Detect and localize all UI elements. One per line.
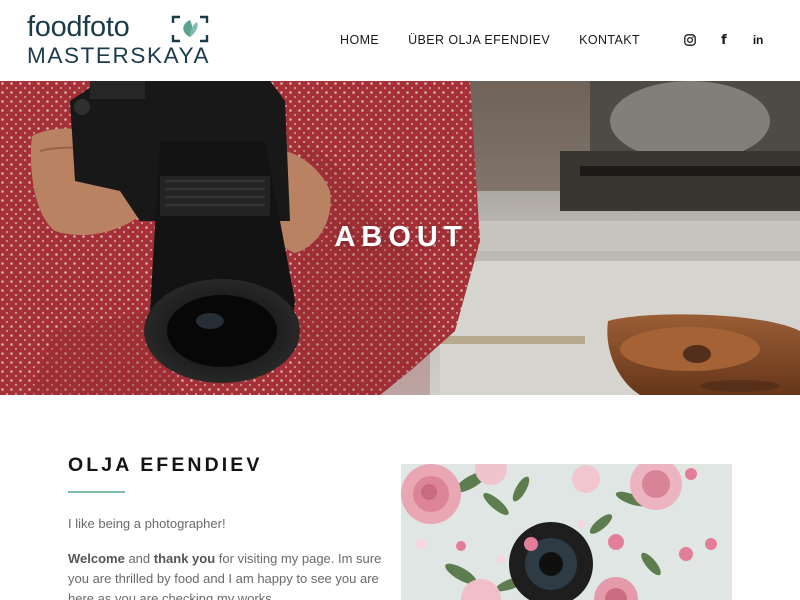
site-logo[interactable]: foodfoto MASTERSKAYA	[27, 11, 217, 69]
hero-banner: ABOUT	[0, 81, 800, 395]
instagram-icon[interactable]	[682, 32, 698, 48]
nav-link-contact[interactable]: KONTAKT	[579, 30, 640, 50]
logo-wordmark-top: foodfoto	[27, 11, 130, 43]
main-navigation: HOME ÜBER OLJA EFENDIEV KONTAKT f in	[340, 29, 766, 51]
floral-camera-image	[401, 464, 732, 600]
linkedin-icon[interactable]: in	[750, 32, 766, 48]
site-header: foodfoto MASTERSKAYA HOME ÜBER OLJA EFEN…	[0, 0, 800, 81]
facebook-icon[interactable]: f	[716, 32, 732, 48]
camera-frame-leaf-icon	[171, 15, 209, 43]
about-section: OLJA EFENDIEV I like being a photographe…	[0, 395, 800, 600]
bio-paragraph: Welcome and thank you for visiting my pa…	[68, 549, 383, 600]
heading-underline	[68, 491, 125, 493]
nav-link-home[interactable]: HOME	[340, 30, 379, 50]
nav-link-about-olja[interactable]: ÜBER OLJA EFENDIEV	[408, 30, 550, 50]
bio-welcome: Welcome	[68, 551, 125, 566]
bio-thank-you: thank you	[153, 551, 216, 566]
intro-text: I like being a photographer!	[68, 516, 226, 531]
about-heading: OLJA EFENDIEV	[68, 454, 263, 476]
hero-title: ABOUT	[334, 221, 468, 253]
bio-and: and	[124, 551, 154, 566]
logo-wordmark-bottom: MASTERSKAYA	[27, 43, 211, 68]
